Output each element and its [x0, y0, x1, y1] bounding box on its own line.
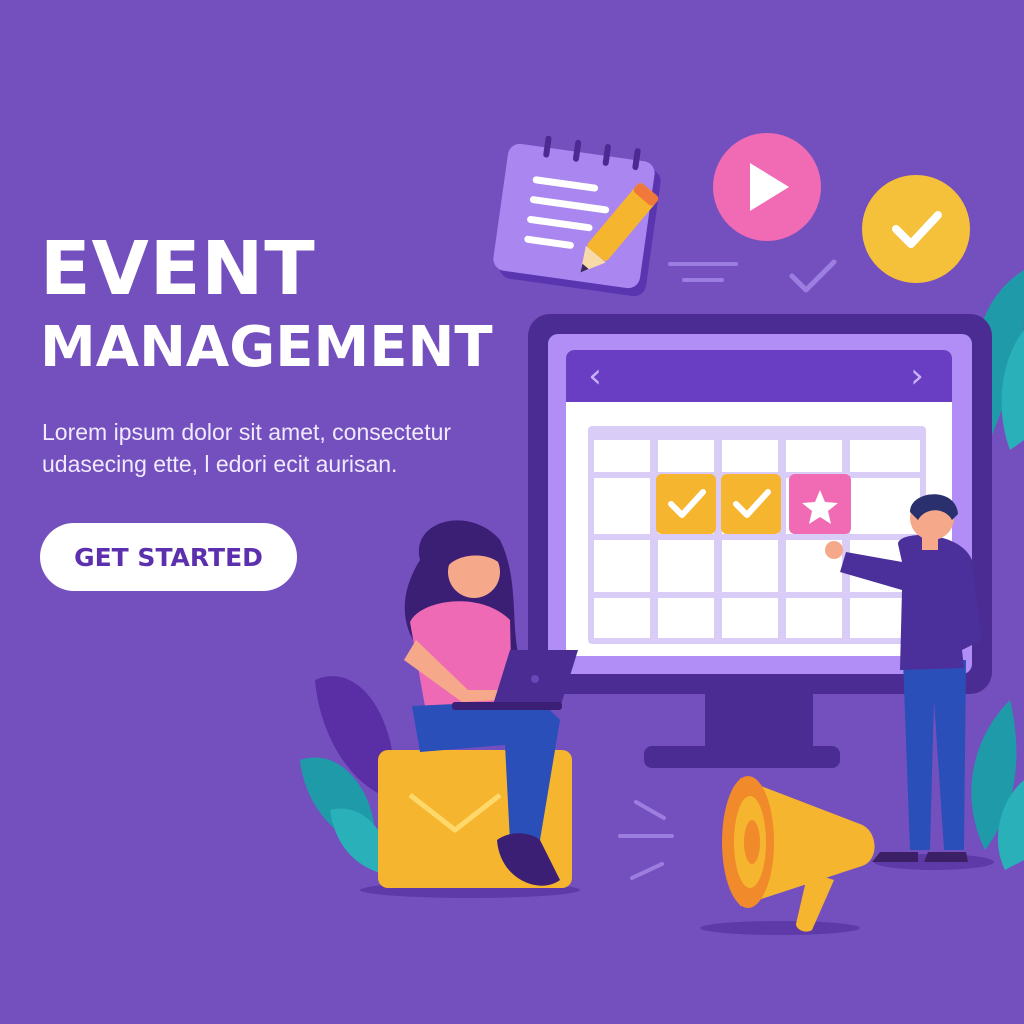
- motion-lines-megaphone: [618, 800, 674, 880]
- calendar-grid: [588, 426, 926, 644]
- calendar-event-check-1: [656, 474, 716, 534]
- illustration: [300, 133, 1024, 935]
- hero-banner: ‹ › EVENT MANAGEMENT Lorem ipsum dolor s…: [0, 0, 1024, 1024]
- check-icon: [789, 259, 837, 293]
- hero-description: Lorem ipsum dolor sit amet, consectetur …: [42, 416, 502, 480]
- motion-lines-top: [668, 262, 738, 282]
- play-icon: [713, 133, 821, 241]
- chevron-left-icon[interactable]: ‹: [582, 356, 608, 396]
- hero-description-line-1: Lorem ipsum dolor sit amet, consectetur: [42, 419, 452, 445]
- page-title: EVENT: [40, 226, 316, 312]
- hero-description-line-2: udasecing ette, l edori ecit aurisan.: [42, 451, 398, 477]
- leaves-right-bottom: [971, 700, 1024, 870]
- calendar-event-check-2: [721, 474, 781, 534]
- calendar-event-star: [789, 474, 851, 534]
- megaphone-icon: [700, 776, 875, 935]
- get-started-button[interactable]: GET STARTED: [40, 523, 297, 591]
- chevron-right-icon[interactable]: ›: [904, 356, 930, 396]
- check-circle-icon: [862, 175, 970, 283]
- page-subtitle: MANAGEMENT: [40, 315, 493, 380]
